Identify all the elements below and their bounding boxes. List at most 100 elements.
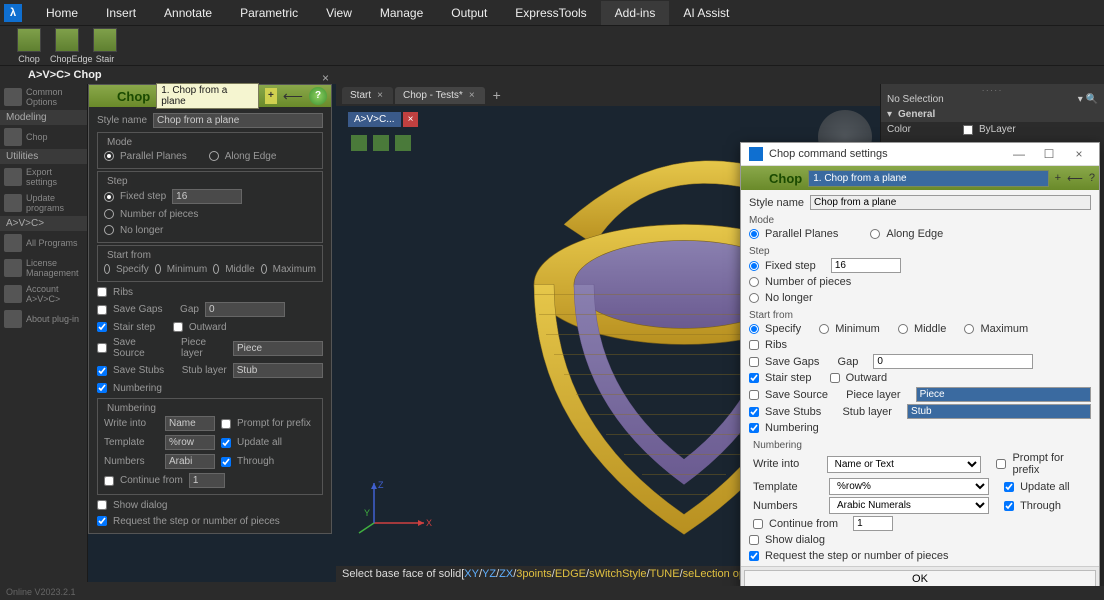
menu-expresstools[interactable]: ExpressTools — [501, 1, 600, 25]
ribs-checkbox[interactable] — [97, 287, 107, 297]
stair-step-checkbox[interactable] — [749, 373, 759, 383]
request-step-checkbox[interactable] — [97, 516, 107, 526]
minimize-button[interactable]: — — [1007, 147, 1031, 161]
ribbon-stair[interactable]: Stair — [88, 28, 122, 64]
add-tab-button[interactable]: + — [487, 85, 507, 105]
numbers-input[interactable] — [165, 454, 215, 469]
menu-view[interactable]: View — [312, 1, 366, 25]
fixed-step-input[interactable] — [172, 189, 242, 204]
close-icon[interactable]: × — [403, 112, 419, 127]
side-chop[interactable]: Chop — [0, 125, 87, 149]
stair-step-checkbox[interactable] — [97, 322, 107, 332]
viewport-tool-3[interactable] — [395, 135, 411, 151]
show-dialog-checkbox[interactable] — [97, 500, 107, 510]
write-into-input[interactable] — [165, 416, 215, 431]
start-middle-radio[interactable] — [898, 324, 908, 334]
start-middle-radio[interactable] — [213, 264, 219, 274]
menu-annotate[interactable]: Annotate — [150, 1, 226, 25]
fixed-step-radio[interactable] — [749, 261, 759, 271]
color-swatch[interactable] — [963, 125, 973, 135]
app-icon[interactable]: λ — [4, 4, 22, 22]
through-checkbox[interactable] — [1004, 501, 1014, 511]
numbering-checkbox[interactable] — [749, 423, 759, 433]
num-pieces-radio[interactable] — [749, 277, 759, 287]
menu-ai-assist[interactable]: AI Assist — [669, 1, 743, 25]
write-into-select[interactable]: Name or Text — [827, 456, 982, 473]
selection-dropdown[interactable]: No Selection — [887, 94, 944, 105]
continue-from-checkbox[interactable] — [753, 519, 763, 529]
back-arrow-icon[interactable]: ⟵ — [283, 88, 303, 105]
help-icon[interactable]: ? — [309, 87, 327, 105]
props-general-header[interactable]: General — [898, 109, 935, 120]
save-gaps-checkbox[interactable] — [749, 357, 759, 367]
style-dropdown[interactable]: 1. Chop from a plane — [156, 83, 259, 109]
back-arrow-icon[interactable]: ⟵ — [1067, 172, 1083, 185]
save-gaps-checkbox[interactable] — [97, 305, 107, 315]
ribs-checkbox[interactable] — [749, 340, 759, 350]
side-license[interactable]: License Management — [0, 255, 87, 281]
mode-along-edge-radio[interactable] — [209, 151, 219, 161]
piece-layer-input[interactable] — [233, 341, 323, 356]
continue-from-input[interactable] — [189, 473, 225, 488]
maximize-button[interactable]: ☐ — [1037, 147, 1061, 161]
menu-manage[interactable]: Manage — [366, 1, 437, 25]
ribbon-chopedge[interactable]: ChopEdge — [50, 28, 84, 64]
menu-insert[interactable]: Insert — [92, 1, 150, 25]
add-style-button[interactable]: + — [265, 88, 277, 104]
viewport-breadcrumb[interactable]: A>V>C... — [348, 112, 401, 127]
prompt-prefix-checkbox[interactable] — [996, 459, 1006, 469]
request-step-checkbox[interactable] — [749, 551, 759, 561]
piece-layer-input[interactable] — [916, 387, 1091, 402]
close-button[interactable]: × — [1067, 147, 1091, 161]
side-update-programs[interactable]: Update programs — [0, 190, 87, 216]
panel-grip[interactable]: ..... — [881, 84, 1104, 92]
ribbon-chop[interactable]: Chop — [12, 28, 46, 64]
numbers-select[interactable]: Arabic Numerals — [829, 497, 989, 514]
mode-along-edge-radio[interactable] — [870, 229, 880, 239]
no-longer-radio[interactable] — [749, 293, 759, 303]
viewport-tool-1[interactable] — [351, 135, 367, 151]
stub-layer-input[interactable] — [233, 363, 323, 378]
numbering-checkbox[interactable] — [97, 383, 107, 393]
start-minimum-radio[interactable] — [155, 264, 161, 274]
tab-chop-tests[interactable]: Chop - Tests*× — [395, 87, 485, 104]
gap-input[interactable] — [205, 302, 285, 317]
side-common-options[interactable]: Common Options — [0, 84, 87, 110]
save-stubs-checkbox[interactable] — [749, 407, 759, 417]
tab-start[interactable]: Start× — [342, 87, 393, 104]
close-icon[interactable]: × — [469, 90, 475, 101]
side-export-settings[interactable]: Export settings — [0, 164, 87, 190]
close-icon[interactable]: × — [322, 71, 329, 85]
color-value[interactable]: ByLayer — [979, 124, 1016, 135]
save-source-checkbox[interactable] — [749, 390, 759, 400]
show-dialog-checkbox[interactable] — [749, 535, 759, 545]
mode-parallel-radio[interactable] — [749, 229, 759, 239]
no-longer-radio[interactable] — [104, 225, 114, 235]
update-all-checkbox[interactable] — [221, 438, 231, 448]
num-pieces-radio[interactable] — [104, 209, 114, 219]
save-source-checkbox[interactable] — [97, 343, 107, 353]
start-specify-radio[interactable] — [104, 264, 110, 274]
fixed-step-radio[interactable] — [104, 192, 114, 202]
save-stubs-checkbox[interactable] — [97, 366, 107, 376]
style-name-input[interactable] — [153, 113, 323, 128]
fixed-step-input[interactable] — [831, 258, 901, 273]
start-maximum-radio[interactable] — [261, 264, 267, 274]
style-dropdown[interactable]: 1. Chop from a plane — [808, 170, 1048, 187]
side-account[interactable]: Account A>V>C> — [0, 281, 87, 307]
mode-parallel-radio[interactable] — [104, 151, 114, 161]
menu-home[interactable]: Home — [32, 1, 92, 25]
outward-checkbox[interactable] — [830, 373, 840, 383]
menu-output[interactable]: Output — [437, 1, 501, 25]
continue-from-input[interactable] — [853, 516, 893, 531]
outward-checkbox[interactable] — [173, 322, 183, 332]
template-select[interactable]: %row% — [829, 478, 989, 495]
gap-input[interactable] — [873, 354, 1033, 369]
add-style-button[interactable]: + — [1055, 172, 1061, 184]
prompt-prefix-checkbox[interactable] — [221, 419, 231, 429]
menu-addins[interactable]: Add-ins — [601, 1, 670, 25]
close-icon[interactable]: × — [377, 90, 383, 101]
style-name-input[interactable] — [810, 195, 1091, 210]
side-about[interactable]: About plug-in — [0, 307, 87, 331]
update-all-checkbox[interactable] — [1004, 482, 1014, 492]
